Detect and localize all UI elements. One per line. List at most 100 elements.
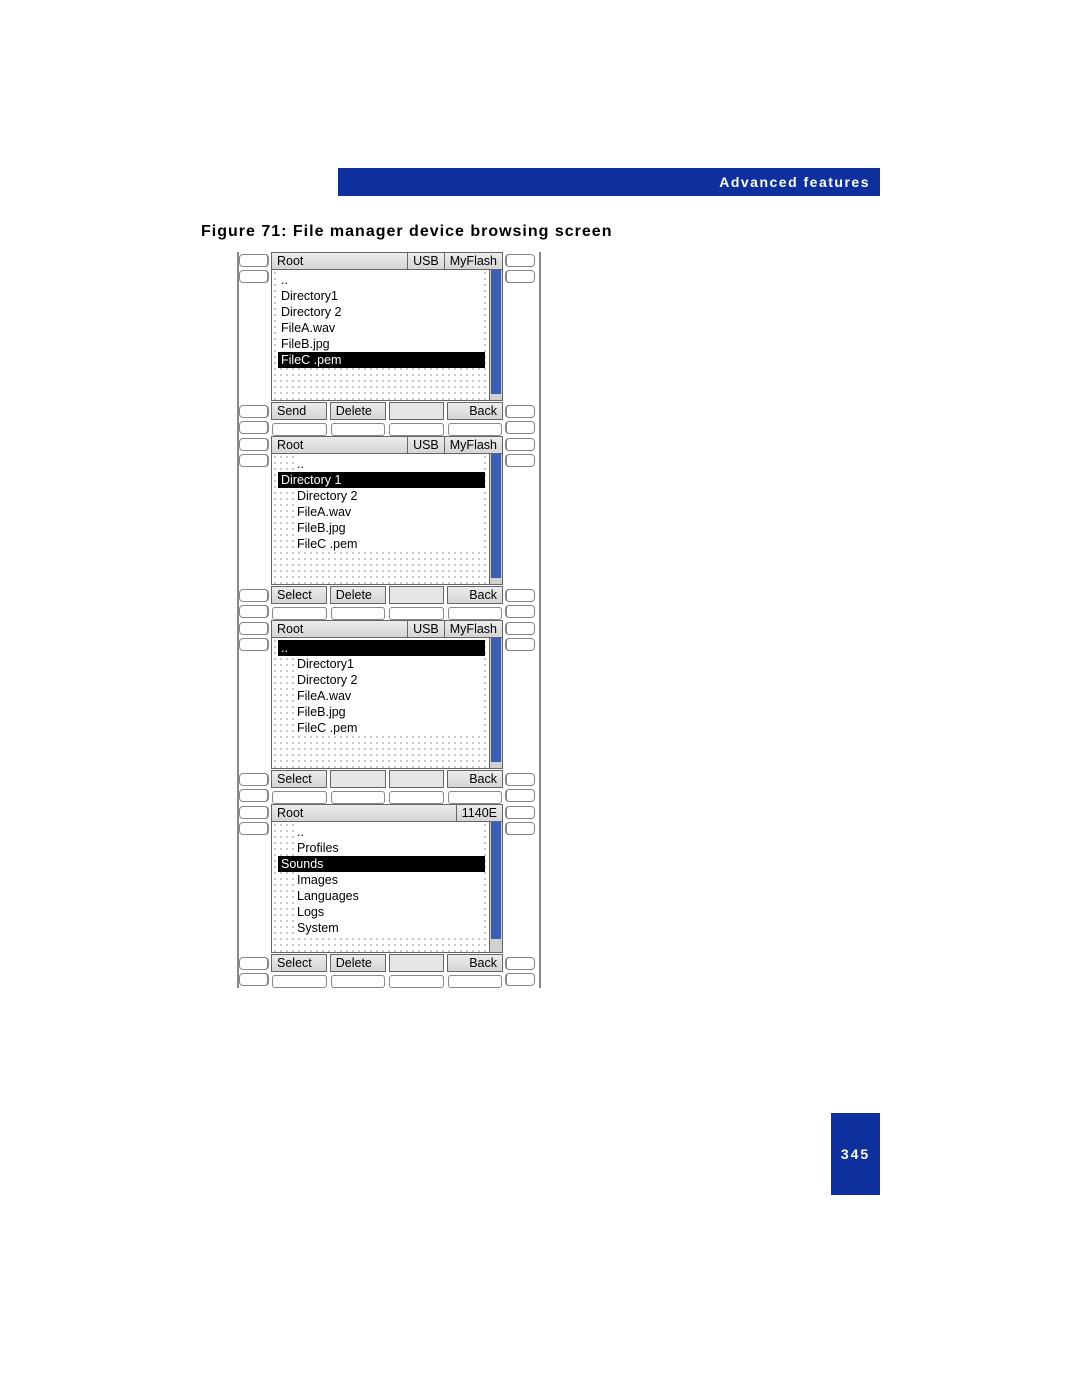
side-key[interactable] bbox=[239, 421, 269, 434]
scrollbar[interactable] bbox=[489, 638, 502, 768]
side-key[interactable] bbox=[239, 405, 269, 418]
list-item[interactable]: Directory 2 bbox=[294, 488, 483, 504]
list-item[interactable]: Images bbox=[294, 872, 483, 888]
list-item[interactable]: Directory1 bbox=[278, 288, 483, 304]
list-item[interactable]: .. bbox=[294, 456, 483, 472]
softkey-delete[interactable]: Delete bbox=[330, 586, 386, 604]
list-item[interactable]: Logs bbox=[294, 904, 483, 920]
list-item[interactable]: FileC .pem bbox=[294, 720, 483, 736]
list-item[interactable]: Directory 2 bbox=[294, 672, 483, 688]
list-item[interactable]: FileB.jpg bbox=[278, 336, 483, 352]
side-key[interactable] bbox=[239, 957, 269, 970]
list-item[interactable]: FileA.wav bbox=[278, 320, 483, 336]
bottom-key[interactable] bbox=[389, 607, 444, 620]
breadcrumb-segment[interactable]: MyFlash bbox=[444, 436, 503, 454]
bottom-key[interactable] bbox=[331, 423, 386, 436]
bottom-key[interactable] bbox=[331, 975, 386, 988]
breadcrumb-segment[interactable]: MyFlash bbox=[444, 620, 503, 638]
side-key[interactable] bbox=[505, 270, 535, 283]
side-key[interactable] bbox=[505, 421, 535, 434]
list-item[interactable]: FileC .pem bbox=[278, 352, 485, 368]
breadcrumb-segment[interactable]: Root bbox=[271, 804, 456, 822]
list-item[interactable]: Directory 1 bbox=[278, 472, 485, 488]
side-key[interactable] bbox=[505, 589, 535, 602]
list-item[interactable]: FileC .pem bbox=[294, 536, 483, 552]
side-key[interactable] bbox=[505, 605, 535, 618]
scrollbar[interactable] bbox=[489, 454, 502, 584]
breadcrumb-segment[interactable]: Root bbox=[271, 252, 407, 270]
bottom-key[interactable] bbox=[448, 607, 503, 620]
list-item[interactable]: .. bbox=[278, 640, 485, 656]
list-item[interactable]: .. bbox=[278, 272, 483, 288]
softkey-back[interactable]: Back bbox=[447, 402, 503, 420]
list-item[interactable]: FileB.jpg bbox=[294, 520, 483, 536]
breadcrumb-segment[interactable]: USB bbox=[407, 436, 444, 454]
list-item[interactable]: FileA.wav bbox=[294, 504, 483, 520]
side-key[interactable] bbox=[239, 254, 269, 267]
bottom-key[interactable] bbox=[448, 423, 503, 436]
side-key[interactable] bbox=[505, 454, 535, 467]
list-item[interactable]: System bbox=[294, 920, 483, 936]
side-key[interactable] bbox=[505, 973, 535, 986]
bottom-key[interactable] bbox=[448, 791, 503, 804]
side-key[interactable] bbox=[239, 605, 269, 618]
side-key[interactable] bbox=[505, 957, 535, 970]
side-key[interactable] bbox=[239, 773, 269, 786]
bottom-key[interactable] bbox=[448, 975, 503, 988]
bottom-key[interactable] bbox=[331, 607, 386, 620]
list-item[interactable]: .. bbox=[294, 824, 483, 840]
side-key[interactable] bbox=[505, 773, 535, 786]
side-key[interactable] bbox=[239, 806, 269, 819]
list-item[interactable]: FileA.wav bbox=[294, 688, 483, 704]
side-key[interactable] bbox=[239, 638, 269, 651]
list-item[interactable]: Languages bbox=[294, 888, 483, 904]
bottom-key[interactable] bbox=[389, 423, 444, 436]
softkey-select[interactable]: Select bbox=[271, 954, 327, 972]
side-key[interactable] bbox=[505, 822, 535, 835]
bottom-key[interactable] bbox=[389, 791, 444, 804]
list-item[interactable]: Sounds bbox=[278, 856, 485, 872]
bottom-key[interactable] bbox=[272, 975, 327, 988]
list-item[interactable]: Directory1 bbox=[294, 656, 483, 672]
bottom-key[interactable] bbox=[389, 975, 444, 988]
bottom-key[interactable] bbox=[272, 423, 327, 436]
bottom-key[interactable] bbox=[331, 791, 386, 804]
scrollbar[interactable] bbox=[489, 270, 502, 400]
softkey-back[interactable]: Back bbox=[447, 954, 503, 972]
scrollbar-thumb[interactable] bbox=[491, 454, 501, 578]
side-key[interactable] bbox=[239, 438, 269, 451]
scrollbar[interactable] bbox=[489, 822, 502, 952]
side-key[interactable] bbox=[239, 789, 269, 802]
softkey-back[interactable]: Back bbox=[447, 586, 503, 604]
softkey-send[interactable]: Send bbox=[271, 402, 327, 420]
breadcrumb-segment[interactable]: MyFlash bbox=[444, 252, 503, 270]
side-key[interactable] bbox=[505, 405, 535, 418]
side-key[interactable] bbox=[239, 822, 269, 835]
scrollbar-thumb[interactable] bbox=[491, 638, 501, 762]
scrollbar-thumb[interactable] bbox=[491, 822, 501, 939]
list-item[interactable]: Directory 2 bbox=[278, 304, 483, 320]
list-item[interactable]: FileB.jpg bbox=[294, 704, 483, 720]
bottom-key[interactable] bbox=[272, 791, 327, 804]
side-key[interactable] bbox=[505, 254, 535, 267]
side-key[interactable] bbox=[239, 270, 269, 283]
softkey-back[interactable]: Back bbox=[447, 770, 503, 788]
side-key[interactable] bbox=[505, 622, 535, 635]
list-item[interactable]: Profiles bbox=[294, 840, 483, 856]
softkey-select[interactable]: Select bbox=[271, 770, 327, 788]
breadcrumb-segment[interactable]: USB bbox=[407, 252, 444, 270]
side-key[interactable] bbox=[239, 622, 269, 635]
side-key[interactable] bbox=[239, 589, 269, 602]
side-key[interactable] bbox=[505, 638, 535, 651]
side-key[interactable] bbox=[505, 789, 535, 802]
breadcrumb-segment[interactable]: 1140E bbox=[456, 804, 503, 822]
side-key[interactable] bbox=[239, 973, 269, 986]
side-key[interactable] bbox=[239, 454, 269, 467]
breadcrumb-segment[interactable]: Root bbox=[271, 436, 407, 454]
scrollbar-thumb[interactable] bbox=[491, 270, 501, 394]
breadcrumb-segment[interactable]: USB bbox=[407, 620, 444, 638]
softkey-delete[interactable]: Delete bbox=[330, 402, 386, 420]
side-key[interactable] bbox=[505, 806, 535, 819]
side-key[interactable] bbox=[505, 438, 535, 451]
bottom-key[interactable] bbox=[272, 607, 327, 620]
